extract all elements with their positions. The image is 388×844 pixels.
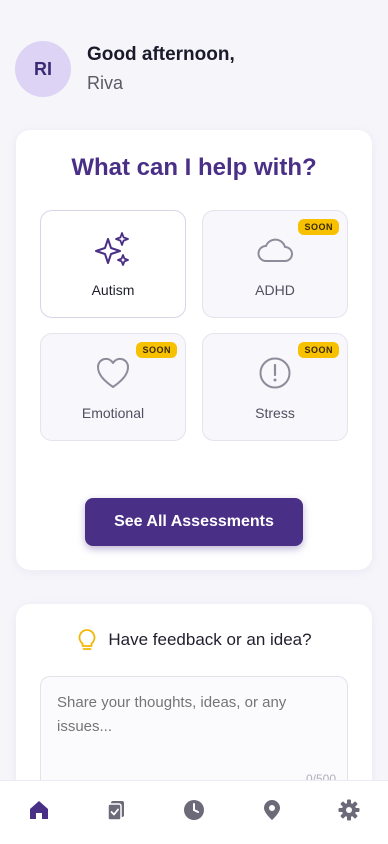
tile-autism[interactable]: Autism [40, 210, 186, 318]
soon-badge: SOON [298, 342, 339, 358]
home-icon [28, 799, 50, 826]
soon-badge: SOON [298, 219, 339, 235]
greeting-title: Good afternoon, [87, 44, 235, 65]
tab-assessments[interactable] [96, 793, 136, 833]
feedback-title: Have feedback or an idea? [108, 630, 312, 649]
tab-home[interactable] [19, 793, 59, 833]
tab-location[interactable] [252, 793, 292, 833]
alert-circle-icon [255, 353, 295, 393]
tab-settings[interactable] [329, 793, 369, 833]
greeting-text: Good afternoon, Riva [87, 43, 235, 95]
heart-icon [93, 353, 133, 393]
bottom-tab-bar [0, 780, 388, 844]
avatar[interactable]: RI [15, 41, 71, 97]
help-title: What can I help with? [71, 154, 317, 181]
tile-label: Stress [255, 405, 295, 421]
greeting-header: RI Good afternoon, Riva [15, 40, 373, 98]
assessments-icon [105, 799, 127, 826]
tile-stress[interactable]: SOON Stress [202, 333, 348, 441]
location-pin-icon [262, 799, 282, 826]
user-name: Riva [87, 73, 124, 93]
tab-history[interactable] [174, 793, 214, 833]
tile-label: Autism [91, 282, 135, 298]
help-card: What can I help with? Autism SOON ADHD S… [16, 130, 372, 570]
sparkles-icon [93, 230, 133, 270]
history-clock-icon [183, 799, 205, 826]
soon-badge: SOON [136, 342, 177, 358]
tile-adhd[interactable]: SOON ADHD [202, 210, 348, 318]
cloud-icon [255, 230, 295, 270]
see-all-assessments-button[interactable]: See All Assessments [85, 498, 303, 546]
tile-label: Emotional [81, 405, 145, 421]
tile-label: ADHD [255, 282, 295, 298]
feedback-header: Have feedback or an idea? [16, 628, 372, 652]
tile-emotional[interactable]: SOON Emotional [40, 333, 186, 441]
settings-gear-icon [338, 799, 360, 826]
lightbulb-icon [76, 628, 98, 652]
